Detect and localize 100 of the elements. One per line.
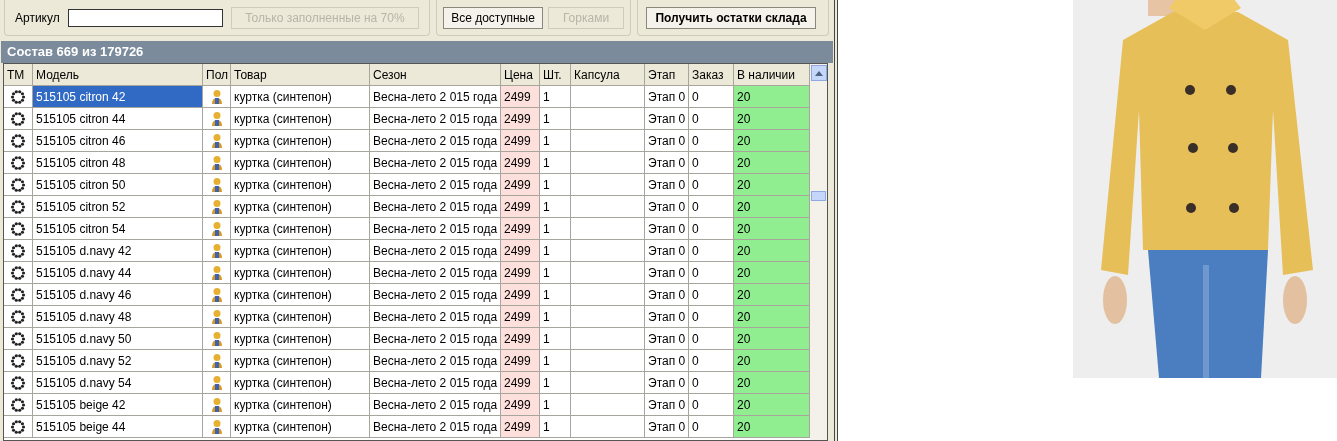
table-cell[interactable]: 515105 citron 46 xyxy=(33,130,203,152)
table-cell: 1 xyxy=(540,328,571,350)
table-cell: куртка (синтепон) xyxy=(231,240,370,262)
table-cell: Этап 0 xyxy=(645,262,689,284)
person-icon xyxy=(210,286,223,303)
table-cell: 2499 xyxy=(501,174,540,196)
table-cell: 20 xyxy=(734,306,810,328)
table-cell[interactable]: 515105 citron 54 xyxy=(33,218,203,240)
table-cell: 20 xyxy=(734,218,810,240)
table-cell[interactable]: 515105 d.navy 50 xyxy=(33,328,203,350)
table-cell: 20 xyxy=(734,416,810,438)
column-header[interactable]: ТМ xyxy=(4,64,33,86)
dotted-circle-icon xyxy=(10,264,26,281)
dotted-circle-icon xyxy=(10,110,26,127)
table-cell[interactable]: 515105 citron 50 xyxy=(33,174,203,196)
table-cell[interactable]: 515105 citron 52 xyxy=(33,196,203,218)
article-label: Артикул xyxy=(15,9,60,27)
table-cell[interactable]: 515105 d.navy 42 xyxy=(33,240,203,262)
dotted-circle-icon xyxy=(10,418,26,435)
table-cell: 1 xyxy=(540,218,571,240)
table-cell: 20 xyxy=(734,152,810,174)
table-cell: 20 xyxy=(734,108,810,130)
table-cell: Этап 0 xyxy=(645,174,689,196)
table-cell: 2499 xyxy=(501,328,540,350)
table-cell: 1 xyxy=(540,306,571,328)
column-header[interactable]: Сезон xyxy=(370,64,501,86)
person-icon xyxy=(210,352,223,369)
table-cell[interactable]: 515105 beige 44 xyxy=(33,416,203,438)
table-cell: 1 xyxy=(540,174,571,196)
person-icon xyxy=(210,88,223,105)
column-header[interactable]: Капсула xyxy=(571,64,645,86)
table-cell: 20 xyxy=(734,350,810,372)
table-cell[interactable]: 515105 d.navy 46 xyxy=(33,284,203,306)
table-cell: куртка (синтепон) xyxy=(231,130,370,152)
table-cell: 1 xyxy=(540,152,571,174)
table-cell: куртка (синтепон) xyxy=(231,372,370,394)
table-cell: куртка (синтепон) xyxy=(231,328,370,350)
table-cell: 1 xyxy=(540,372,571,394)
table-cell: Этап 0 xyxy=(645,372,689,394)
dotted-circle-icon xyxy=(10,176,26,193)
table-cell: Этап 0 xyxy=(645,240,689,262)
table-cell[interactable]: 515105 citron 42 xyxy=(33,86,203,108)
table-cell: Этап 0 xyxy=(645,416,689,438)
person-icon xyxy=(210,330,223,347)
toolbar-button[interactable]: Получить остатки склада xyxy=(646,6,816,29)
table-cell: куртка (синтепон) xyxy=(231,394,370,416)
table-cell: 20 xyxy=(734,86,810,108)
table-cell: 2499 xyxy=(501,108,540,130)
column-header[interactable]: Товар xyxy=(231,64,370,86)
table-cell: Этап 0 xyxy=(645,394,689,416)
table-cell: Этап 0 xyxy=(645,130,689,152)
dotted-circle-icon xyxy=(10,330,26,347)
table-cell: Этап 0 xyxy=(645,328,689,350)
table-cell: 20 xyxy=(734,372,810,394)
table-cell[interactable]: 515105 d.navy 54 xyxy=(33,372,203,394)
scroll-thumb[interactable] xyxy=(811,191,826,201)
table-cell[interactable]: 515105 beige 42 xyxy=(33,394,203,416)
table-cell: 1 xyxy=(540,416,571,438)
table-cell: 20 xyxy=(734,130,810,152)
column-header[interactable]: Пол xyxy=(203,64,231,86)
table-cell[interactable]: 515105 citron 48 xyxy=(33,152,203,174)
toolbar-button[interactable]: Все доступные xyxy=(443,6,543,29)
table-cell: Этап 0 xyxy=(645,108,689,130)
dotted-circle-icon xyxy=(10,198,26,215)
panel-title: Состав 669 из 179726 xyxy=(1,41,833,63)
table-cell: куртка (синтепон) xyxy=(231,218,370,240)
table-cell: 2499 xyxy=(501,240,540,262)
table-cell[interactable]: 515105 d.navy 48 xyxy=(33,306,203,328)
article-input-field[interactable] xyxy=(67,8,223,27)
column-header[interactable]: Заказ xyxy=(689,64,734,86)
table-cell: куртка (синтепон) xyxy=(231,306,370,328)
person-icon xyxy=(210,176,223,193)
table-cell[interactable]: 515105 d.navy 44 xyxy=(33,262,203,284)
column-header[interactable]: Этап xyxy=(645,64,689,86)
scrollbar[interactable] xyxy=(810,64,827,440)
table-cell: 1 xyxy=(540,130,571,152)
person-icon xyxy=(210,418,223,435)
table-cell: 1 xyxy=(540,394,571,416)
table-cell: 2499 xyxy=(501,372,540,394)
table-cell[interactable]: 515105 d.navy 52 xyxy=(33,350,203,372)
person-icon xyxy=(210,242,223,259)
table-cell[interactable]: 515105 citron 44 xyxy=(33,108,203,130)
person-icon xyxy=(210,154,223,171)
scroll-up-icon[interactable] xyxy=(810,65,827,81)
dotted-circle-icon xyxy=(10,308,26,325)
table-cell: 20 xyxy=(734,262,810,284)
column-header[interactable]: Шт. xyxy=(540,64,571,86)
table-cell: 1 xyxy=(540,240,571,262)
table-cell: 2499 xyxy=(501,284,540,306)
dotted-circle-icon xyxy=(10,242,26,259)
table-cell: куртка (синтепон) xyxy=(231,284,370,306)
person-icon xyxy=(210,110,223,127)
table-cell: 1 xyxy=(540,262,571,284)
table-cell: 1 xyxy=(540,196,571,218)
table-cell: куртка (синтепон) xyxy=(231,262,370,284)
person-icon xyxy=(210,396,223,413)
table-cell: куртка (синтепон) xyxy=(231,196,370,218)
dotted-circle-icon xyxy=(10,396,26,413)
person-icon xyxy=(210,264,223,281)
dotted-circle-icon xyxy=(10,88,26,105)
